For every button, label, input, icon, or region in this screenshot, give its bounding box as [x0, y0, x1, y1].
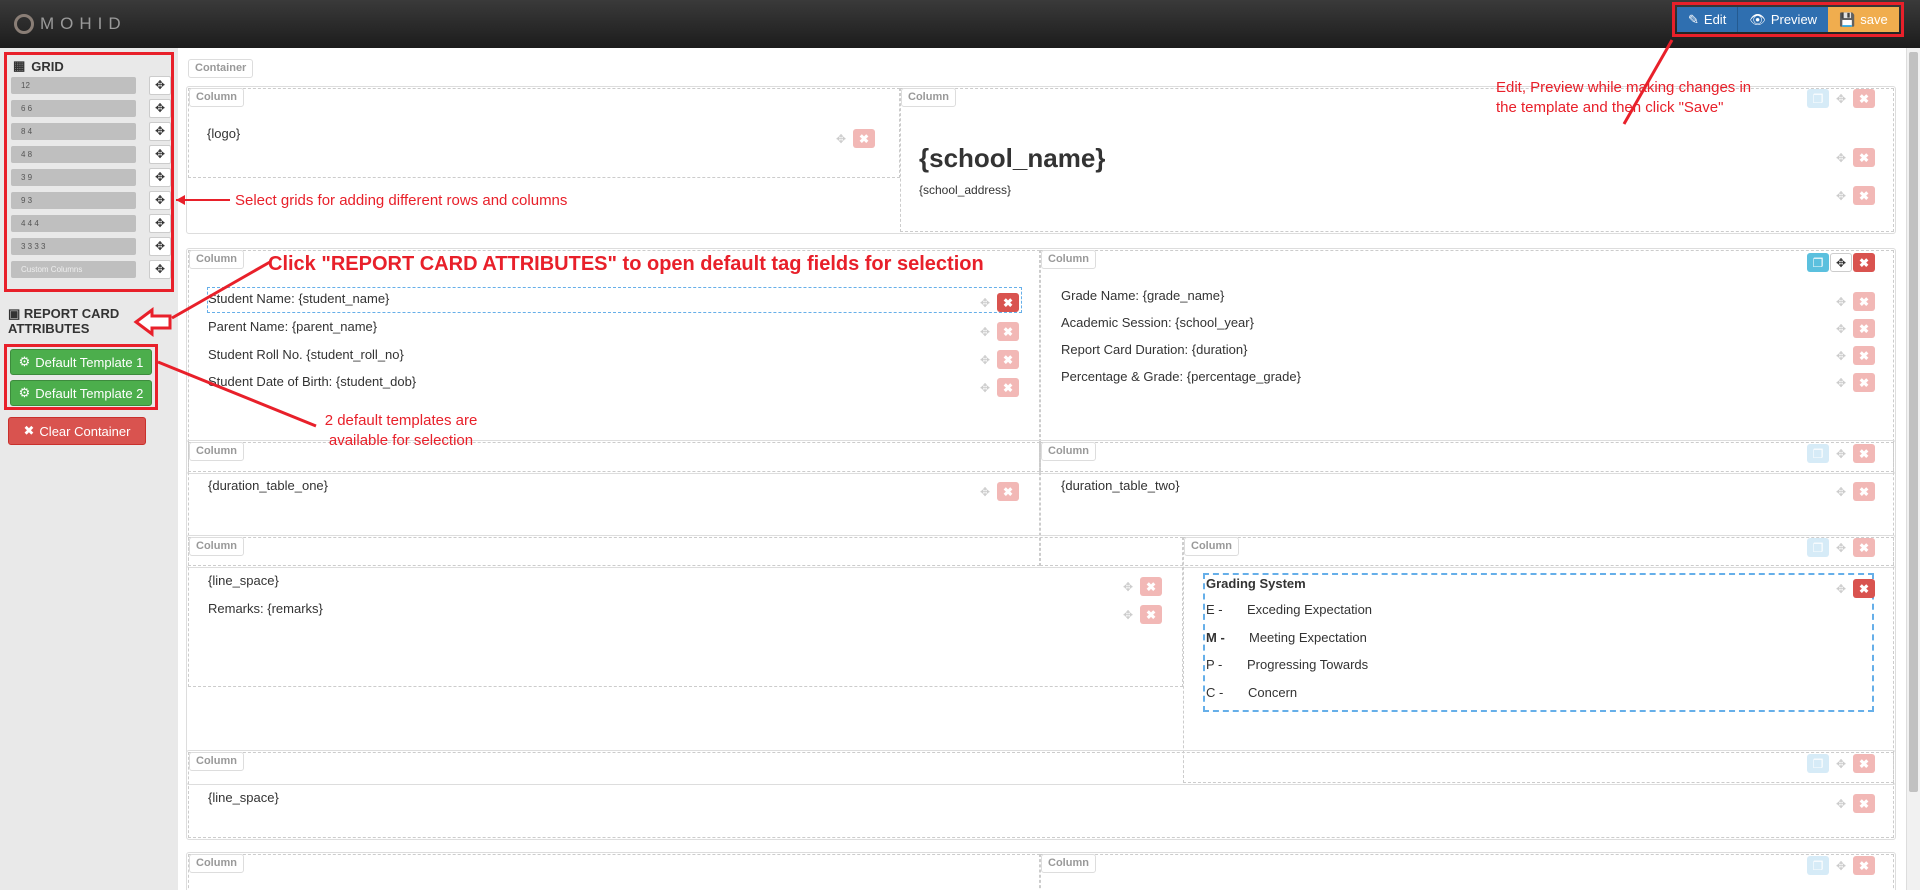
- annotation-templates: 2 default templates are available for se…: [324, 412, 478, 449]
- annotation-arrows: [133, 39, 1674, 428]
- annotation-grids: Select grids for adding different rows a…: [235, 192, 568, 209]
- annotation-attributes: Click "REPORT CARD ATTRIBUTES" to open d…: [268, 253, 984, 275]
- annotation-top: Edit, Preview while making changes in th…: [1496, 79, 1752, 116]
